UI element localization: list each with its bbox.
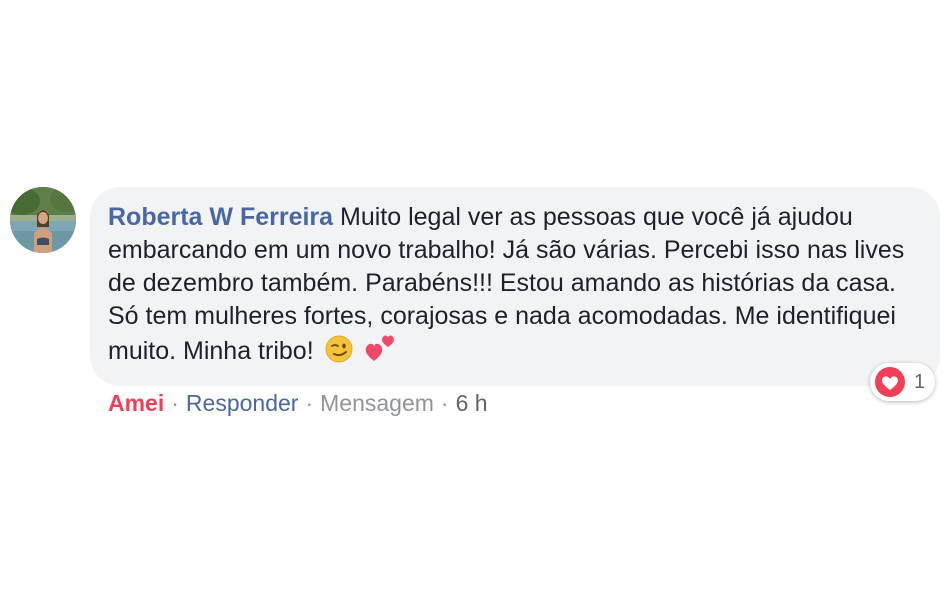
avatar[interactable]: [10, 187, 76, 253]
love-button[interactable]: Amei: [108, 390, 164, 416]
separator-dot: ·: [305, 390, 314, 416]
reply-link[interactable]: Responder: [186, 390, 299, 416]
comment-bubble: Roberta W Ferreira Muito legal ver as pe…: [90, 187, 940, 386]
comment-timestamp[interactable]: 6 h: [456, 390, 488, 416]
separator-dot: ·: [171, 390, 179, 416]
separator-dot: ·: [440, 390, 449, 416]
love-reaction-icon: [875, 367, 905, 397]
reaction-badge[interactable]: 1: [870, 363, 936, 401]
comment-author[interactable]: Roberta W Ferreira: [108, 203, 333, 231]
two-hearts-emoji: [364, 333, 396, 372]
avatar-photo: [10, 187, 76, 253]
comment-actions: Amei · Responder · Mensagem · 6 h: [108, 390, 488, 417]
reaction-count: 1: [914, 370, 926, 393]
message-link[interactable]: Mensagem: [320, 390, 434, 416]
winking-face-emoji: [325, 335, 353, 372]
